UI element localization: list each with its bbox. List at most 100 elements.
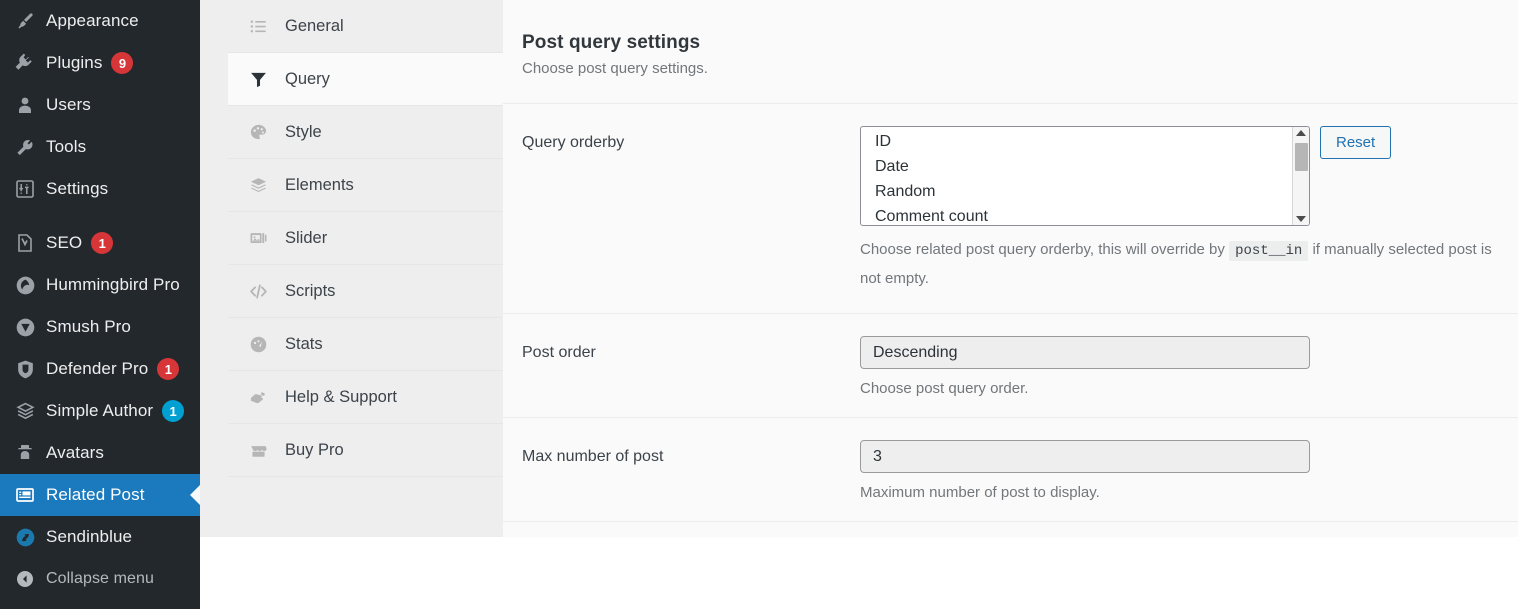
query-orderby-option[interactable]: Random [861, 179, 1309, 204]
palette-icon [241, 123, 275, 142]
tab-label: Elements [285, 175, 354, 194]
smush-icon [12, 317, 38, 338]
sidebar-separator [0, 210, 200, 222]
sidebar-item-label: Related Post [46, 485, 145, 504]
sidebar-item-settings[interactable]: Settings [0, 168, 200, 210]
tab-label: Query [285, 69, 330, 88]
collapse-arrow-icon [12, 569, 38, 589]
post-order-label: Post order [522, 344, 596, 361]
code-icon [241, 282, 275, 301]
tab-buy-pro[interactable]: Buy Pro [228, 424, 503, 477]
sendinblue-icon [12, 527, 38, 548]
avatar-icon [12, 443, 38, 463]
sidebar-item-collapse-menu[interactable]: Collapse menu [0, 558, 200, 600]
scroll-down-arrow-icon[interactable] [1296, 216, 1306, 222]
page-title: Post query settings [522, 32, 701, 53]
layers-icon [12, 401, 38, 422]
sidebar-item-label: Smush Pro [46, 317, 131, 336]
sliders-icon [12, 179, 38, 199]
sidebar-item-seo[interactable]: SEO 1 [0, 222, 200, 264]
sidebar-item-label: Appearance [46, 11, 139, 30]
sidebar-item-users[interactable]: Users [0, 84, 200, 126]
max-posts-input[interactable]: 3 [860, 440, 1310, 473]
paintbrush-icon [12, 11, 38, 31]
sidebar-badge-defender: 1 [157, 358, 180, 380]
sidebar-item-appearance[interactable]: Appearance [0, 0, 200, 42]
tab-query[interactable]: Query [228, 53, 503, 106]
setting-row-max-posts: Max number of post 3 Maximum number of p… [503, 417, 1518, 521]
setting-row-query-orderby: Query orderby ID Date Random Comment cou… [503, 103, 1518, 313]
tab-stats[interactable]: Stats [228, 318, 503, 371]
funnel-icon [241, 70, 275, 89]
sidebar-item-label: Hummingbird Pro [46, 275, 180, 294]
content-header: Post query settings Choose post query se… [503, 0, 1518, 77]
page-subtitle: Choose post query settings. [522, 60, 708, 77]
sidebar-item-label: Avatars [46, 443, 105, 462]
sidebar-item-plugins[interactable]: Plugins 9 [0, 42, 200, 84]
sidebar-badge-plugins: 9 [111, 52, 134, 74]
content-bottom-divider [503, 521, 1518, 547]
helping-hand-icon [241, 388, 275, 407]
sidebar-item-simple-author[interactable]: Simple Author 1 [0, 390, 200, 432]
tab-label: Scripts [285, 281, 336, 300]
post-order-select[interactable]: Descending [860, 336, 1310, 369]
query-orderby-option[interactable]: ID [861, 129, 1309, 154]
query-orderby-option[interactable]: Comment count [861, 204, 1309, 225]
tab-label: Slider [285, 228, 328, 247]
tab-label: Buy Pro [285, 440, 344, 459]
settings-tabs-panel: General Query Style Elements Slider Scri… [228, 0, 503, 537]
sidebar-badge-simple-author: 1 [162, 400, 185, 422]
tab-label: Help & Support [285, 387, 397, 406]
sidebar-item-avatars[interactable]: Avatars [0, 432, 200, 474]
sidebar-item-tools[interactable]: Tools [0, 126, 200, 168]
sidebar-item-smush-pro[interactable]: Smush Pro [0, 306, 200, 348]
query-orderby-scrollbar[interactable] [1292, 127, 1309, 225]
reset-button[interactable]: Reset [1320, 126, 1392, 159]
post-order-help-text: Choose post query order. [860, 380, 1029, 397]
plug-icon [12, 53, 38, 73]
sidebar-item-label: Users [46, 95, 91, 114]
sidebar-item-label: Sendinblue [46, 527, 133, 546]
sidebar-item-defender-pro[interactable]: Defender Pro 1 [0, 348, 200, 390]
scroll-up-arrow-icon[interactable] [1296, 130, 1306, 136]
slider-images-icon [241, 229, 275, 248]
sidebar-item-label: Defender Pro [46, 359, 149, 378]
query-orderby-select[interactable]: ID Date Random Comment count [860, 126, 1310, 226]
tab-general[interactable]: General [228, 0, 503, 53]
tab-label: Stats [285, 334, 323, 353]
wordpress-admin-screen: Appearance Plugins 9 Users Tools Setting… [0, 0, 1518, 609]
sidebar-item-hummingbird-pro[interactable]: Hummingbird Pro [0, 264, 200, 306]
tab-style[interactable]: Style [228, 106, 503, 159]
tabs-filler [228, 477, 503, 497]
query-orderby-label: Query orderby [522, 134, 625, 151]
tab-label: Style [285, 122, 322, 141]
query-orderby-help-text: Choose related post query orderby, this … [860, 236, 1498, 293]
sidebar-item-label: SEO [46, 233, 83, 252]
gauge-icon [241, 335, 275, 354]
query-orderby-option[interactable]: Date [861, 154, 1309, 179]
sidebar-item-related-post[interactable]: Related Post [0, 474, 200, 516]
tab-label: General [285, 16, 344, 35]
help-text-before: Choose related post query orderby, this … [860, 241, 1225, 258]
sidebar-item-label: Collapse menu [46, 570, 155, 587]
tab-help-support[interactable]: Help & Support [228, 371, 503, 424]
max-posts-help-text: Maximum number of post to display. [860, 484, 1100, 501]
store-icon [241, 441, 275, 460]
related-post-icon [12, 485, 38, 505]
tab-elements[interactable]: Elements [228, 159, 503, 212]
active-menu-arrow-icon [190, 485, 200, 505]
wrench-icon [12, 137, 38, 157]
sidebar-item-label: Settings [46, 179, 109, 198]
max-posts-label: Max number of post [522, 448, 664, 465]
yoast-icon [12, 233, 38, 253]
sidebar-item-label: Simple Author [46, 401, 154, 420]
shield-icon [12, 359, 38, 380]
help-inline-code: post__in [1229, 241, 1309, 261]
sidebar-badge-seo: 1 [91, 232, 114, 254]
sidebar-item-sendinblue[interactable]: Sendinblue [0, 516, 200, 558]
tab-slider[interactable]: Slider [228, 212, 503, 265]
settings-content-panel: Post query settings Choose post query se… [503, 0, 1518, 537]
sidebar-item-label: Plugins [46, 53, 103, 72]
scrollbar-thumb[interactable] [1295, 143, 1308, 171]
tab-scripts[interactable]: Scripts [228, 265, 503, 318]
